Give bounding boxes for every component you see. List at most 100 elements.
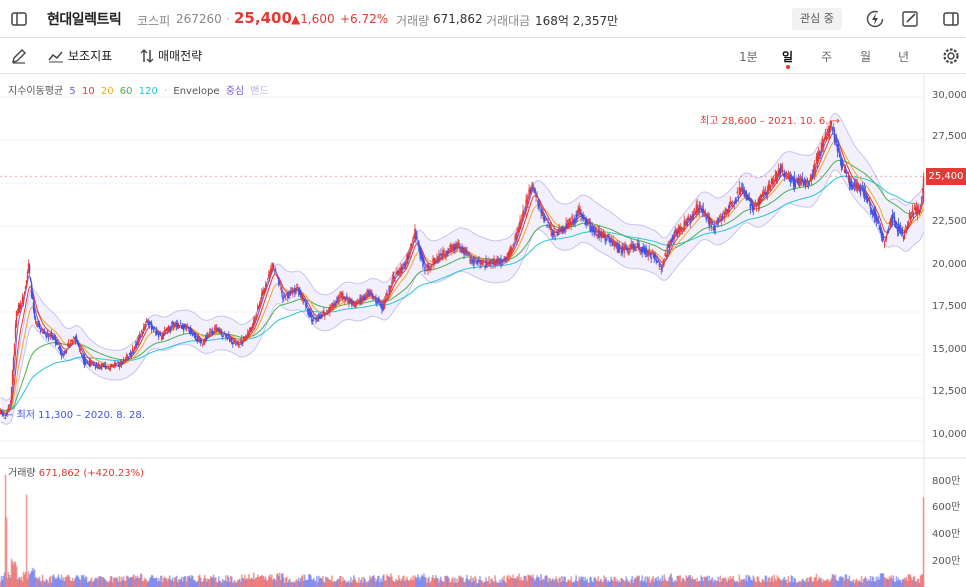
price-axis-label: 12,500 [932,386,966,397]
candle [806,177,809,183]
period-week-tab[interactable]: 주 [821,48,832,65]
candle [553,230,555,236]
candle [857,184,860,186]
candle [491,260,493,262]
candle [654,254,656,258]
candle [440,253,442,256]
candle [583,215,585,217]
candle [281,290,283,294]
candle [167,325,170,333]
watchlist-button[interactable]: 관심 중 [792,8,842,30]
candle [651,251,653,253]
price-axis-label: 17,500 [932,301,966,312]
candle [233,341,235,344]
candle [434,258,436,263]
candle [212,330,214,335]
edit-icon[interactable] [899,8,921,30]
candle [779,167,782,175]
candle [28,264,31,273]
candle [512,244,514,246]
candle [149,321,152,323]
candle [375,297,377,304]
candle [530,188,532,195]
candle [527,201,529,203]
candle [145,320,148,322]
candle [625,245,627,247]
candle [351,299,353,306]
drawing-tool-icon[interactable] [8,45,30,67]
candle [367,290,369,293]
candle [168,329,171,331]
candle [698,204,700,212]
strategy-button[interactable]: 매매전략 [140,47,202,64]
candle [760,195,763,198]
candle [34,318,37,320]
period-year-tab[interactable]: 년 [898,48,909,65]
period-month-tab[interactable]: 월 [860,48,871,65]
candle [146,321,149,323]
candle [46,331,49,337]
candle [343,296,345,298]
candle [330,306,332,308]
candle [23,291,26,295]
legend-band: 밴드 [250,86,269,97]
candle [467,255,469,257]
candle [781,167,784,172]
candle [628,251,630,253]
candle [771,178,774,185]
candle [393,276,395,279]
price-axis-label: 15,000 [932,344,966,355]
candle [409,252,411,254]
candle [557,230,559,236]
candle [286,292,288,295]
indicator-legend: 지수이동평균 5 10 20 60 120 · Envelope 중심 밴드 [8,86,269,97]
candle [882,237,885,240]
candle [619,247,621,249]
period-minute-tab[interactable]: 1분 [739,48,758,65]
candle [38,323,41,329]
candle [321,314,323,318]
candle [648,249,650,253]
volume-axis-label: 200만 [932,556,961,567]
period-day-tab[interactable]: 일 [782,48,793,65]
candle [126,358,129,360]
candle [476,261,478,265]
candle [44,333,47,335]
candle [526,198,528,202]
settings-gear-icon[interactable] [940,45,962,67]
candle [33,309,36,318]
lightning-icon[interactable] [864,8,886,30]
candle [750,200,753,202]
candle [239,346,241,348]
candle [534,188,536,193]
candle [727,210,729,212]
candle [887,228,890,230]
candle [536,195,538,197]
candle [338,296,340,301]
candle [559,228,561,230]
candle [905,231,908,233]
market-label: 코스피 [137,14,171,28]
panel-toggle-icon[interactable] [940,8,962,30]
candle [676,230,678,237]
candle [749,203,752,209]
candle [47,336,50,338]
candle [155,330,158,336]
price-chart[interactable] [0,74,966,587]
candle [686,221,688,226]
candle [260,301,262,306]
candle [576,214,578,217]
candle [22,297,25,303]
candle [140,329,143,332]
candle [133,346,136,351]
candle [32,302,35,311]
candle [481,260,483,262]
candle [276,275,278,277]
sidebar-toggle-icon[interactable] [8,8,30,30]
indicator-button[interactable]: 보조지표 [48,47,112,64]
candle [323,311,325,313]
turnover-value: 168억 2,357만 [535,14,619,28]
candle [719,215,721,217]
candle [372,294,374,298]
candle [164,333,167,335]
